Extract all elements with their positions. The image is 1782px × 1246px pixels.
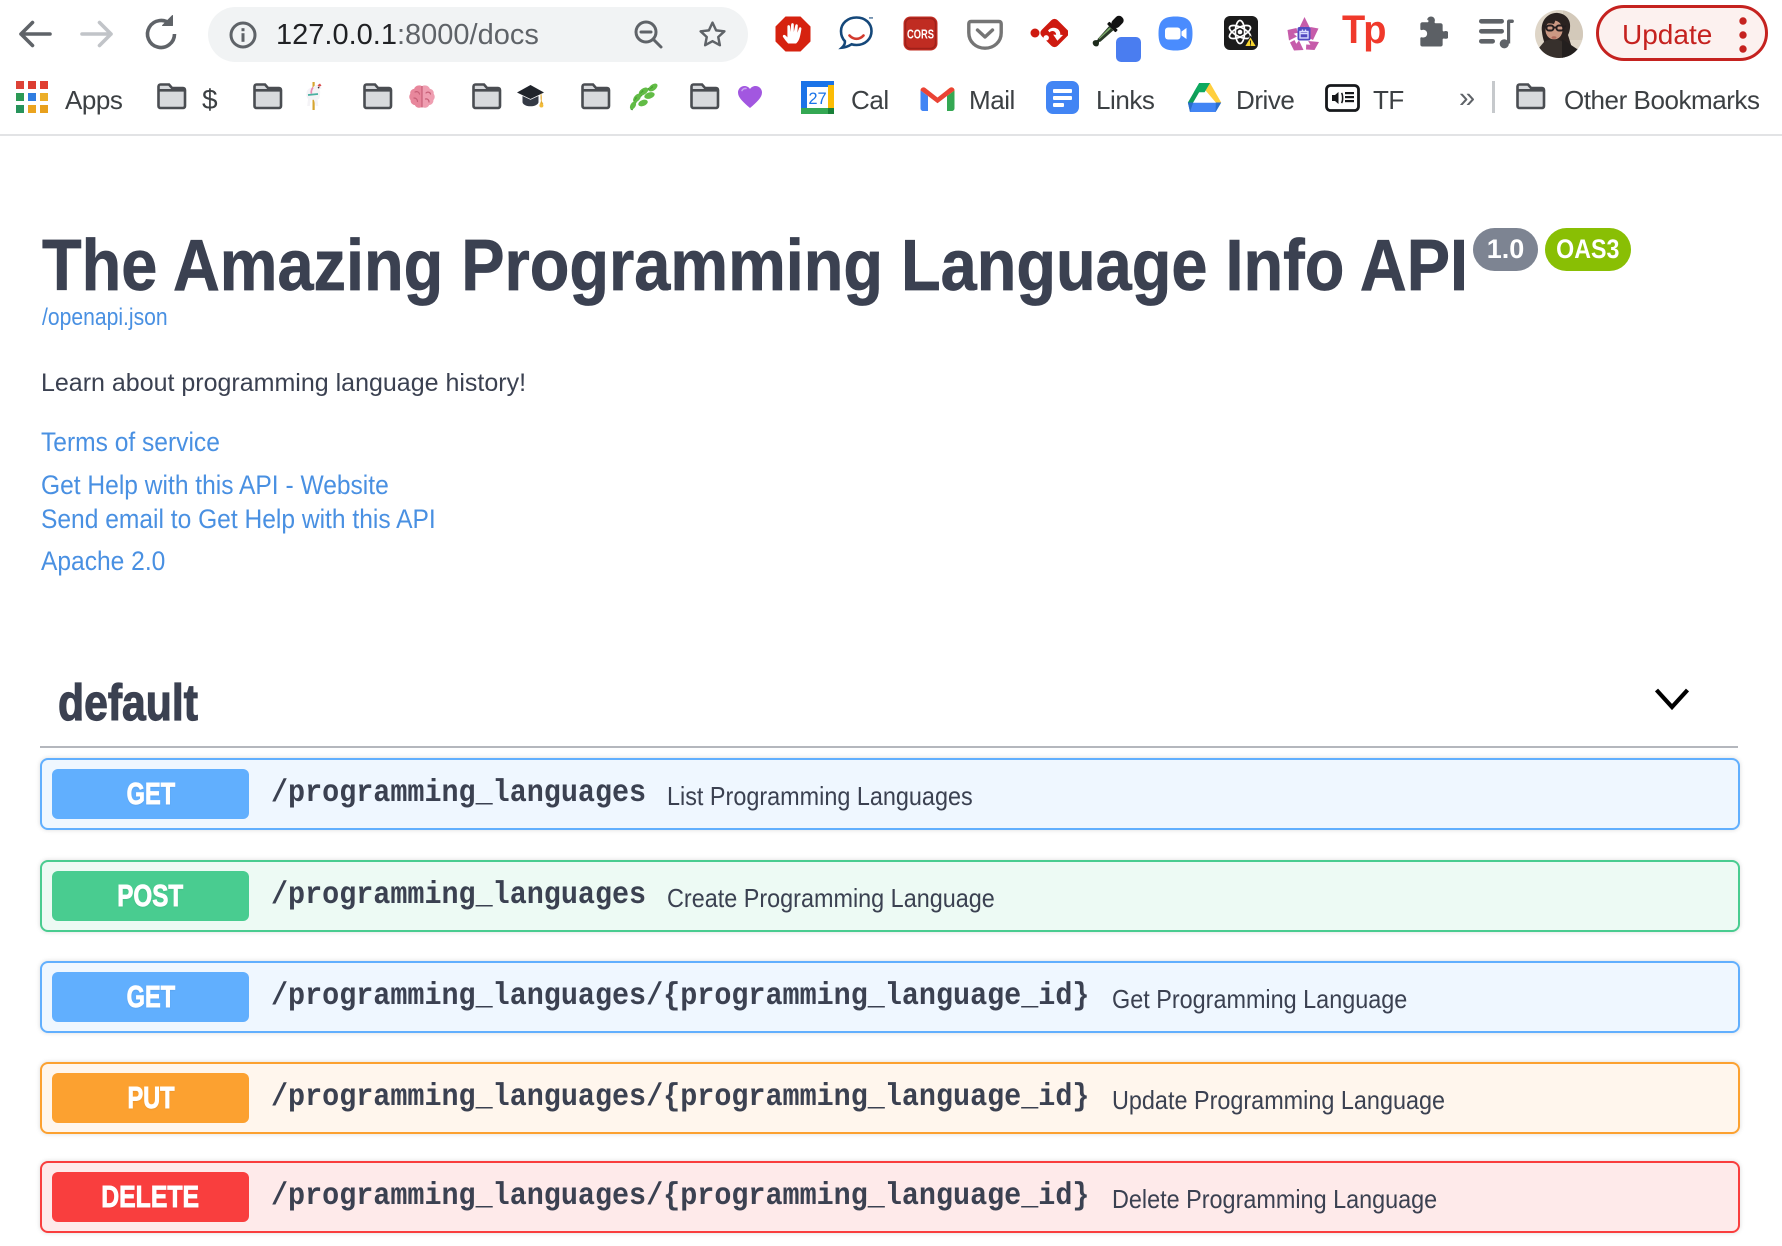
svg-text:!: ! <box>1249 39 1252 48</box>
svg-text:27: 27 <box>808 90 826 108</box>
svg-text:CORS: CORS <box>907 28 934 42</box>
